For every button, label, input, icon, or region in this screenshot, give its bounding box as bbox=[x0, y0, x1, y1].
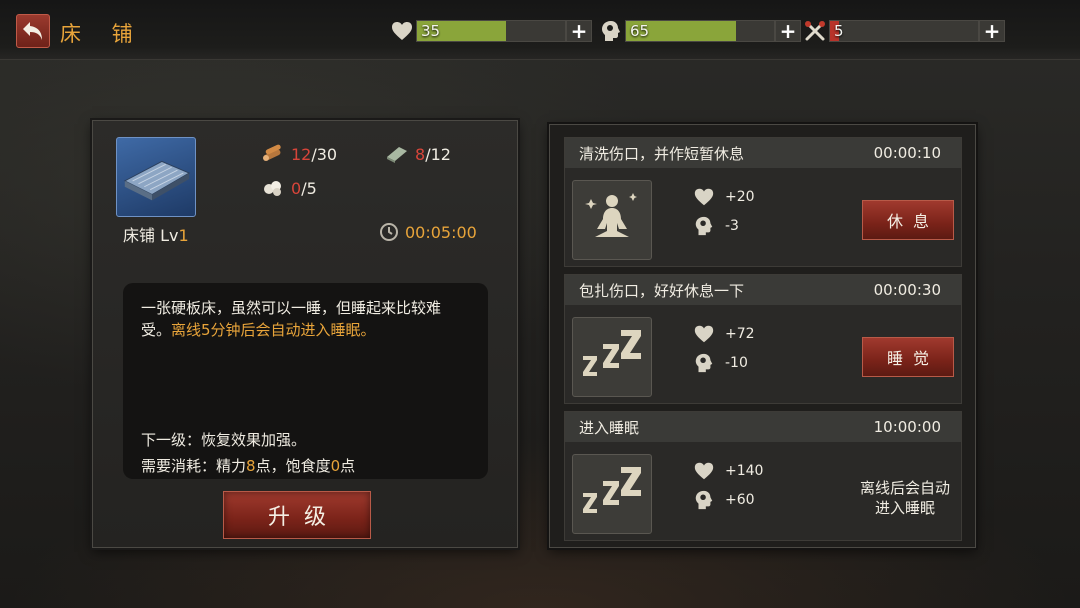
tools-value: 5 bbox=[834, 22, 844, 40]
rest-option-title: 包扎伤口，好好休息一下 bbox=[579, 281, 745, 300]
cost-prefix: 需要消耗：精力 bbox=[141, 457, 247, 475]
cloth-need: /12 bbox=[425, 144, 451, 164]
head-brain-icon bbox=[695, 353, 713, 373]
health-effect-value: +140 bbox=[725, 463, 764, 479]
head-brain-icon bbox=[602, 21, 620, 41]
description-highlight: 离线5分钟后会自动进入睡眠。 bbox=[171, 321, 376, 339]
cost-mid: 点，饱食度 bbox=[255, 457, 331, 475]
rest-option-header: 包扎伤口，好好休息一下 00:00:30 bbox=[565, 275, 961, 305]
rest-option-header: 清洗伤口，并作短暂休息 00:00:10 bbox=[565, 138, 961, 168]
rest-option-time: 00:00:30 bbox=[873, 281, 941, 299]
rest-option-image bbox=[572, 317, 652, 397]
head-brain-icon bbox=[695, 216, 713, 236]
mind-effect-value: -3 bbox=[725, 218, 739, 234]
rest-option-time: 00:00:10 bbox=[873, 144, 941, 162]
item-detail-panel: 床铺 Lv1 12/30 8/12 0/5 00:05:00 一张硬板床，虽然可… bbox=[92, 120, 518, 548]
health-effect-value: +20 bbox=[725, 189, 755, 205]
bed-icon bbox=[123, 160, 191, 201]
health-stat: 35 + bbox=[392, 19, 592, 43]
cloth-icon bbox=[387, 147, 407, 163]
item-name-text: 床铺 Lv bbox=[123, 226, 179, 245]
add-health-button[interactable]: + bbox=[566, 20, 592, 42]
rest-button[interactable]: 休息 bbox=[862, 200, 954, 240]
health-effect-value: +72 bbox=[725, 326, 755, 342]
item-name: 床铺 Lv1 bbox=[123, 222, 189, 246]
heart-icon bbox=[694, 188, 714, 206]
rest-option-sleep: 进入睡眠 10:00:00 +140 +60 离线后会自动进入睡眠 bbox=[564, 411, 962, 541]
resource-cloth: 8/12 bbox=[385, 143, 451, 165]
upgrade-cost: 需要消耗：精力8点，饱食度0点 bbox=[141, 455, 355, 477]
item-level: 1 bbox=[178, 226, 189, 245]
mind-value: 65 bbox=[630, 22, 650, 40]
page-title: 床 铺 bbox=[60, 22, 145, 46]
build-timer: 00:05:00 bbox=[379, 222, 477, 242]
sleep-zzz-icon bbox=[583, 467, 641, 513]
cost-suffix: 点 bbox=[340, 457, 356, 475]
rest-option-image bbox=[572, 454, 652, 534]
cost-food: 0 bbox=[330, 457, 341, 475]
auto-sleep-note: 离线后会自动进入睡眠 bbox=[859, 479, 950, 517]
next-level-text: 下一级：恢复效果加强。 bbox=[141, 431, 307, 449]
meditate-icon bbox=[585, 193, 637, 237]
rest-option-image bbox=[572, 180, 652, 260]
sleep-zzz-icon bbox=[583, 330, 641, 376]
rest-option-bandage: 包扎伤口，好好休息一下 00:00:30 +72 -10 睡觉 bbox=[564, 274, 962, 404]
back-arrow-icon bbox=[23, 22, 42, 40]
rest-option-time: 10:00:00 bbox=[873, 418, 941, 436]
mind-effect: -10 bbox=[693, 352, 748, 374]
heart-icon bbox=[392, 22, 412, 40]
heart-icon bbox=[694, 462, 714, 480]
mind-bar: 65 bbox=[625, 20, 775, 42]
health-effect: +20 bbox=[693, 186, 755, 208]
cost-energy: 8 bbox=[246, 457, 256, 475]
head-brain-icon bbox=[695, 490, 713, 510]
upgrade-button[interactable]: 升级 bbox=[223, 491, 371, 539]
health-bar: 35 bbox=[416, 20, 566, 42]
wood-icon bbox=[263, 144, 281, 161]
cotton-icon bbox=[264, 181, 281, 196]
health-value: 35 bbox=[421, 22, 441, 40]
tools-bar: 5 bbox=[829, 20, 979, 42]
wood-have: 12 bbox=[291, 144, 312, 164]
back-button[interactable] bbox=[16, 14, 50, 48]
mind-effect-value: +60 bbox=[725, 492, 755, 508]
add-mind-button[interactable]: + bbox=[775, 20, 801, 42]
mind-effect: -3 bbox=[693, 215, 739, 237]
heart-icon bbox=[694, 325, 714, 343]
tools-stat: 5 + bbox=[805, 19, 1005, 43]
sleep-button[interactable]: 睡觉 bbox=[862, 337, 954, 377]
rest-option-header: 进入睡眠 10:00:00 bbox=[565, 412, 961, 442]
top-bar: 床 铺 35 + 65 + 5 + bbox=[0, 0, 1080, 60]
rest-options-panel: 清洗伤口，并作短暂休息 00:00:10 +20 -3 休息 包扎伤口，好好休息… bbox=[549, 124, 976, 548]
cotton-need: /5 bbox=[301, 178, 317, 198]
clock-icon bbox=[380, 223, 398, 241]
bed-item-image bbox=[116, 137, 196, 217]
mind-effect: +60 bbox=[693, 489, 755, 511]
rest-option-title: 进入睡眠 bbox=[579, 418, 640, 437]
mind-stat: 65 + bbox=[602, 19, 801, 43]
cloth-have: 8 bbox=[415, 144, 426, 164]
add-tools-button[interactable]: + bbox=[979, 20, 1005, 42]
health-effect: +140 bbox=[693, 460, 763, 482]
health-effect: +72 bbox=[693, 323, 755, 345]
description-box: 一张硬板床，虽然可以一睡，但睡起来比较难受。离线5分钟后会自动进入睡眠。 下一级… bbox=[123, 283, 488, 479]
rest-option-title: 清洗伤口，并作短暂休息 bbox=[579, 144, 745, 163]
cotton-have: 0 bbox=[291, 178, 302, 198]
timer-value: 00:05:00 bbox=[405, 222, 477, 242]
rest-option-wash: 清洗伤口，并作短暂休息 00:00:10 +20 -3 休息 bbox=[564, 137, 962, 267]
resource-wood: 12/30 bbox=[261, 143, 337, 165]
crossed-tools-icon bbox=[805, 21, 825, 41]
resource-cotton: 0/5 bbox=[261, 177, 317, 199]
mind-effect-value: -10 bbox=[725, 355, 748, 371]
wood-need: /30 bbox=[311, 144, 338, 164]
